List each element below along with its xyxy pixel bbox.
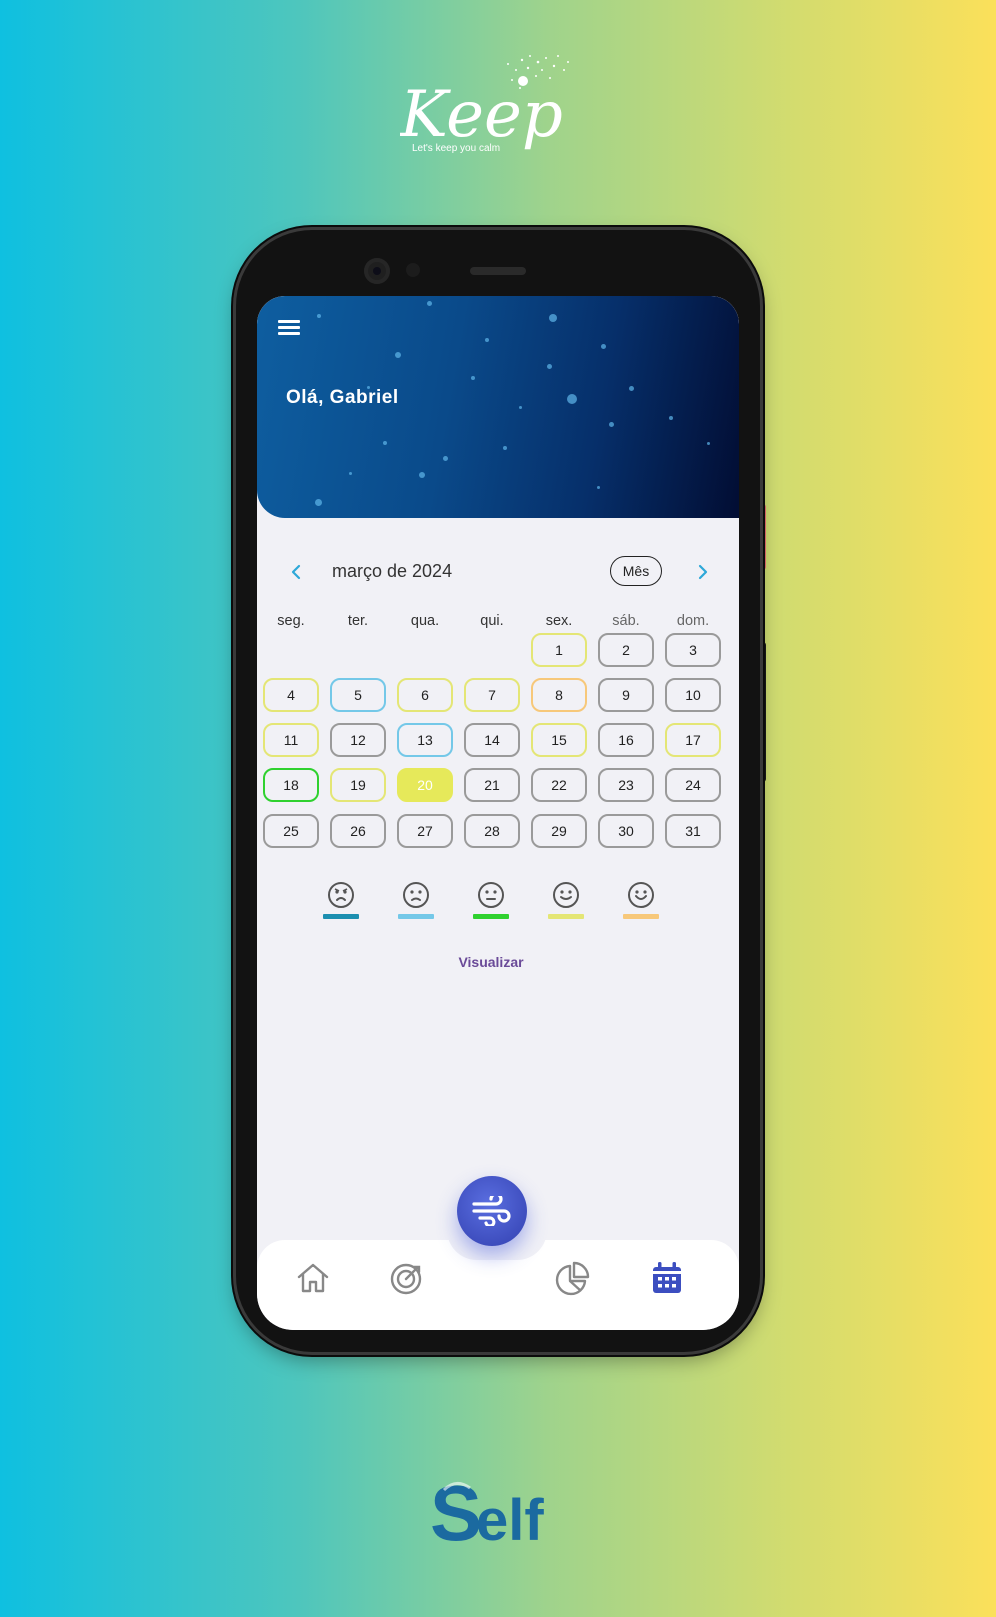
very-happy-face-icon[interactable] <box>621 880 661 924</box>
calendar-day[interactable]: 27 <box>397 814 453 848</box>
next-month-chevron-icon[interactable] <box>692 562 712 582</box>
greeting-text: Olá, Gabriel <box>286 387 399 408</box>
calendar-day[interactable]: 2 <box>598 633 654 667</box>
calendar-day[interactable]: 8 <box>531 678 587 712</box>
svg-text:elf: elf <box>476 1488 544 1553</box>
calendar-day[interactable]: 14 <box>464 723 520 757</box>
happy-face-icon[interactable] <box>546 880 586 924</box>
calendar-day[interactable]: 15 <box>531 723 587 757</box>
weekday-label: ter. <box>347 613 369 629</box>
calendar-day[interactable]: 29 <box>531 814 587 848</box>
calendar-day[interactable]: 5 <box>330 678 386 712</box>
keep-logo: Keep Let's keep you calm <box>399 48 600 178</box>
calendar-day[interactable]: 11 <box>263 723 319 757</box>
calendar-day[interactable]: 18 <box>263 768 319 802</box>
month-title: março de 2024 <box>332 561 453 581</box>
goals-target-icon[interactable] <box>387 1258 427 1298</box>
phone-frame: Olá, Gabriel março de 2024 Mês seg. ter. q… <box>236 230 760 1352</box>
calendar-day[interactable]: 25 <box>263 814 319 848</box>
home-icon[interactable] <box>293 1258 333 1298</box>
svg-text:Keep: Keep <box>400 78 563 152</box>
calendar-day[interactable]: 21 <box>464 768 520 802</box>
view-mode-button[interactable]: Mês <box>610 556 662 586</box>
hamburger-menu-icon[interactable] <box>278 318 302 338</box>
mood-color-bar <box>623 914 659 919</box>
weekday-label: dom. <box>676 613 710 629</box>
weekday-label: qui. <box>480 613 504 629</box>
neutral-face-icon[interactable] <box>471 880 511 924</box>
weekday-label: qua. <box>410 613 440 629</box>
calendar-day[interactable]: 26 <box>330 814 386 848</box>
app-screen: Olá, Gabriel março de 2024 Mês seg. ter. q… <box>257 296 739 1330</box>
calendar-day[interactable]: 19 <box>330 768 386 802</box>
header-banner: Olá, Gabriel <box>257 296 739 518</box>
calendar-day[interactable]: 3 <box>665 633 721 667</box>
phone-volume-button <box>760 642 766 782</box>
camera-icon <box>364 258 390 284</box>
calendar-day[interactable]: 6 <box>397 678 453 712</box>
calendar-icon[interactable] <box>647 1258 687 1298</box>
calendar-day[interactable]: 24 <box>665 768 721 802</box>
mood-color-bar <box>398 914 434 919</box>
breathing-wind-icon[interactable] <box>457 1176 527 1246</box>
calendar-day[interactable]: 12 <box>330 723 386 757</box>
calendar-day[interactable]: 28 <box>464 814 520 848</box>
previous-month-chevron-icon[interactable] <box>287 562 307 582</box>
calendar-day[interactable]: 16 <box>598 723 654 757</box>
keep-logo-tagline: Let's keep you calm <box>412 143 500 154</box>
calendar-day[interactable]: 30 <box>598 814 654 848</box>
mood-color-bar <box>323 914 359 919</box>
calendar-day[interactable]: 20 <box>397 768 453 802</box>
calendar-day[interactable]: 9 <box>598 678 654 712</box>
sad-face-icon[interactable] <box>396 880 436 924</box>
self-logo: S elf <box>430 1468 570 1563</box>
calendar-day[interactable]: 13 <box>397 723 453 757</box>
speaker-grille <box>470 267 526 275</box>
calendar-day[interactable]: 17 <box>665 723 721 757</box>
calendar-day[interactable]: 10 <box>665 678 721 712</box>
calendar-day[interactable]: 7 <box>464 678 520 712</box>
mood-color-bar <box>473 914 509 919</box>
very-sad-face-icon[interactable] <box>321 880 361 924</box>
weekday-label: sáb. <box>612 613 640 629</box>
reports-pie-chart-icon[interactable] <box>553 1258 593 1298</box>
phone-side-button <box>760 504 766 570</box>
visualize-button[interactable]: Visualizar <box>437 954 545 970</box>
calendar-day[interactable]: 1 <box>531 633 587 667</box>
calendar-day[interactable]: 4 <box>263 678 319 712</box>
calendar-header: março de 2024 Mês <box>257 552 739 592</box>
weekday-label: seg. <box>277 613 305 629</box>
mood-color-bar <box>548 914 584 919</box>
sensor-icon <box>406 263 420 277</box>
calendar-day[interactable]: 22 <box>531 768 587 802</box>
calendar-day[interactable]: 23 <box>598 768 654 802</box>
weekday-label: sex. <box>545 613 573 629</box>
calendar-day[interactable]: 31 <box>665 814 721 848</box>
